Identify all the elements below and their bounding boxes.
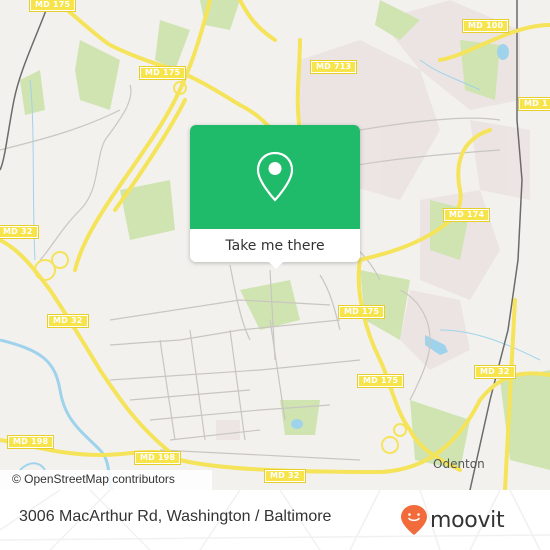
address-text: 3006 MacArthur Rd, Washington / Baltimor… — [19, 508, 332, 525]
road-label-md175: MD 175 — [138, 66, 187, 80]
moovit-pin-icon — [401, 505, 427, 535]
road-label-md32: MD 32 — [264, 469, 306, 483]
map-pin-icon — [256, 151, 294, 202]
road-label-md175: MD 175 — [337, 305, 386, 319]
footer-bar: 3006 MacArthur Rd, Washington / Baltimor… — [0, 490, 550, 550]
destination-popup: Take me there — [190, 125, 360, 262]
map-attribution[interactable]: © OpenStreetMap contributors — [0, 470, 212, 490]
road-label-md32: MD 32 — [47, 314, 89, 328]
popup-pointer — [268, 261, 284, 269]
road-label-md198: MD 198 — [133, 451, 182, 465]
place-label-odenton: Odenton — [433, 457, 485, 471]
road-label-md1xx: MD 1 — [518, 97, 550, 111]
road-label-md175: MD 175 — [28, 0, 77, 12]
moovit-wordmark: moovit — [430, 507, 505, 533]
road-label-md713: MD 713 — [309, 60, 358, 74]
road-label-md32: MD 32 — [0, 225, 39, 239]
moovit-logo[interactable]: moovit — [400, 504, 505, 536]
road-label-md100: MD 100 — [461, 19, 510, 33]
popup-header — [190, 125, 360, 229]
take-me-there-button[interactable]: Take me there — [190, 229, 360, 262]
road-label-md174: MD 174 — [442, 208, 491, 222]
road-label-md175: MD 175 — [356, 374, 405, 388]
road-label-md32: MD 32 — [474, 365, 516, 379]
road-label-md198: MD 198 — [6, 435, 55, 449]
